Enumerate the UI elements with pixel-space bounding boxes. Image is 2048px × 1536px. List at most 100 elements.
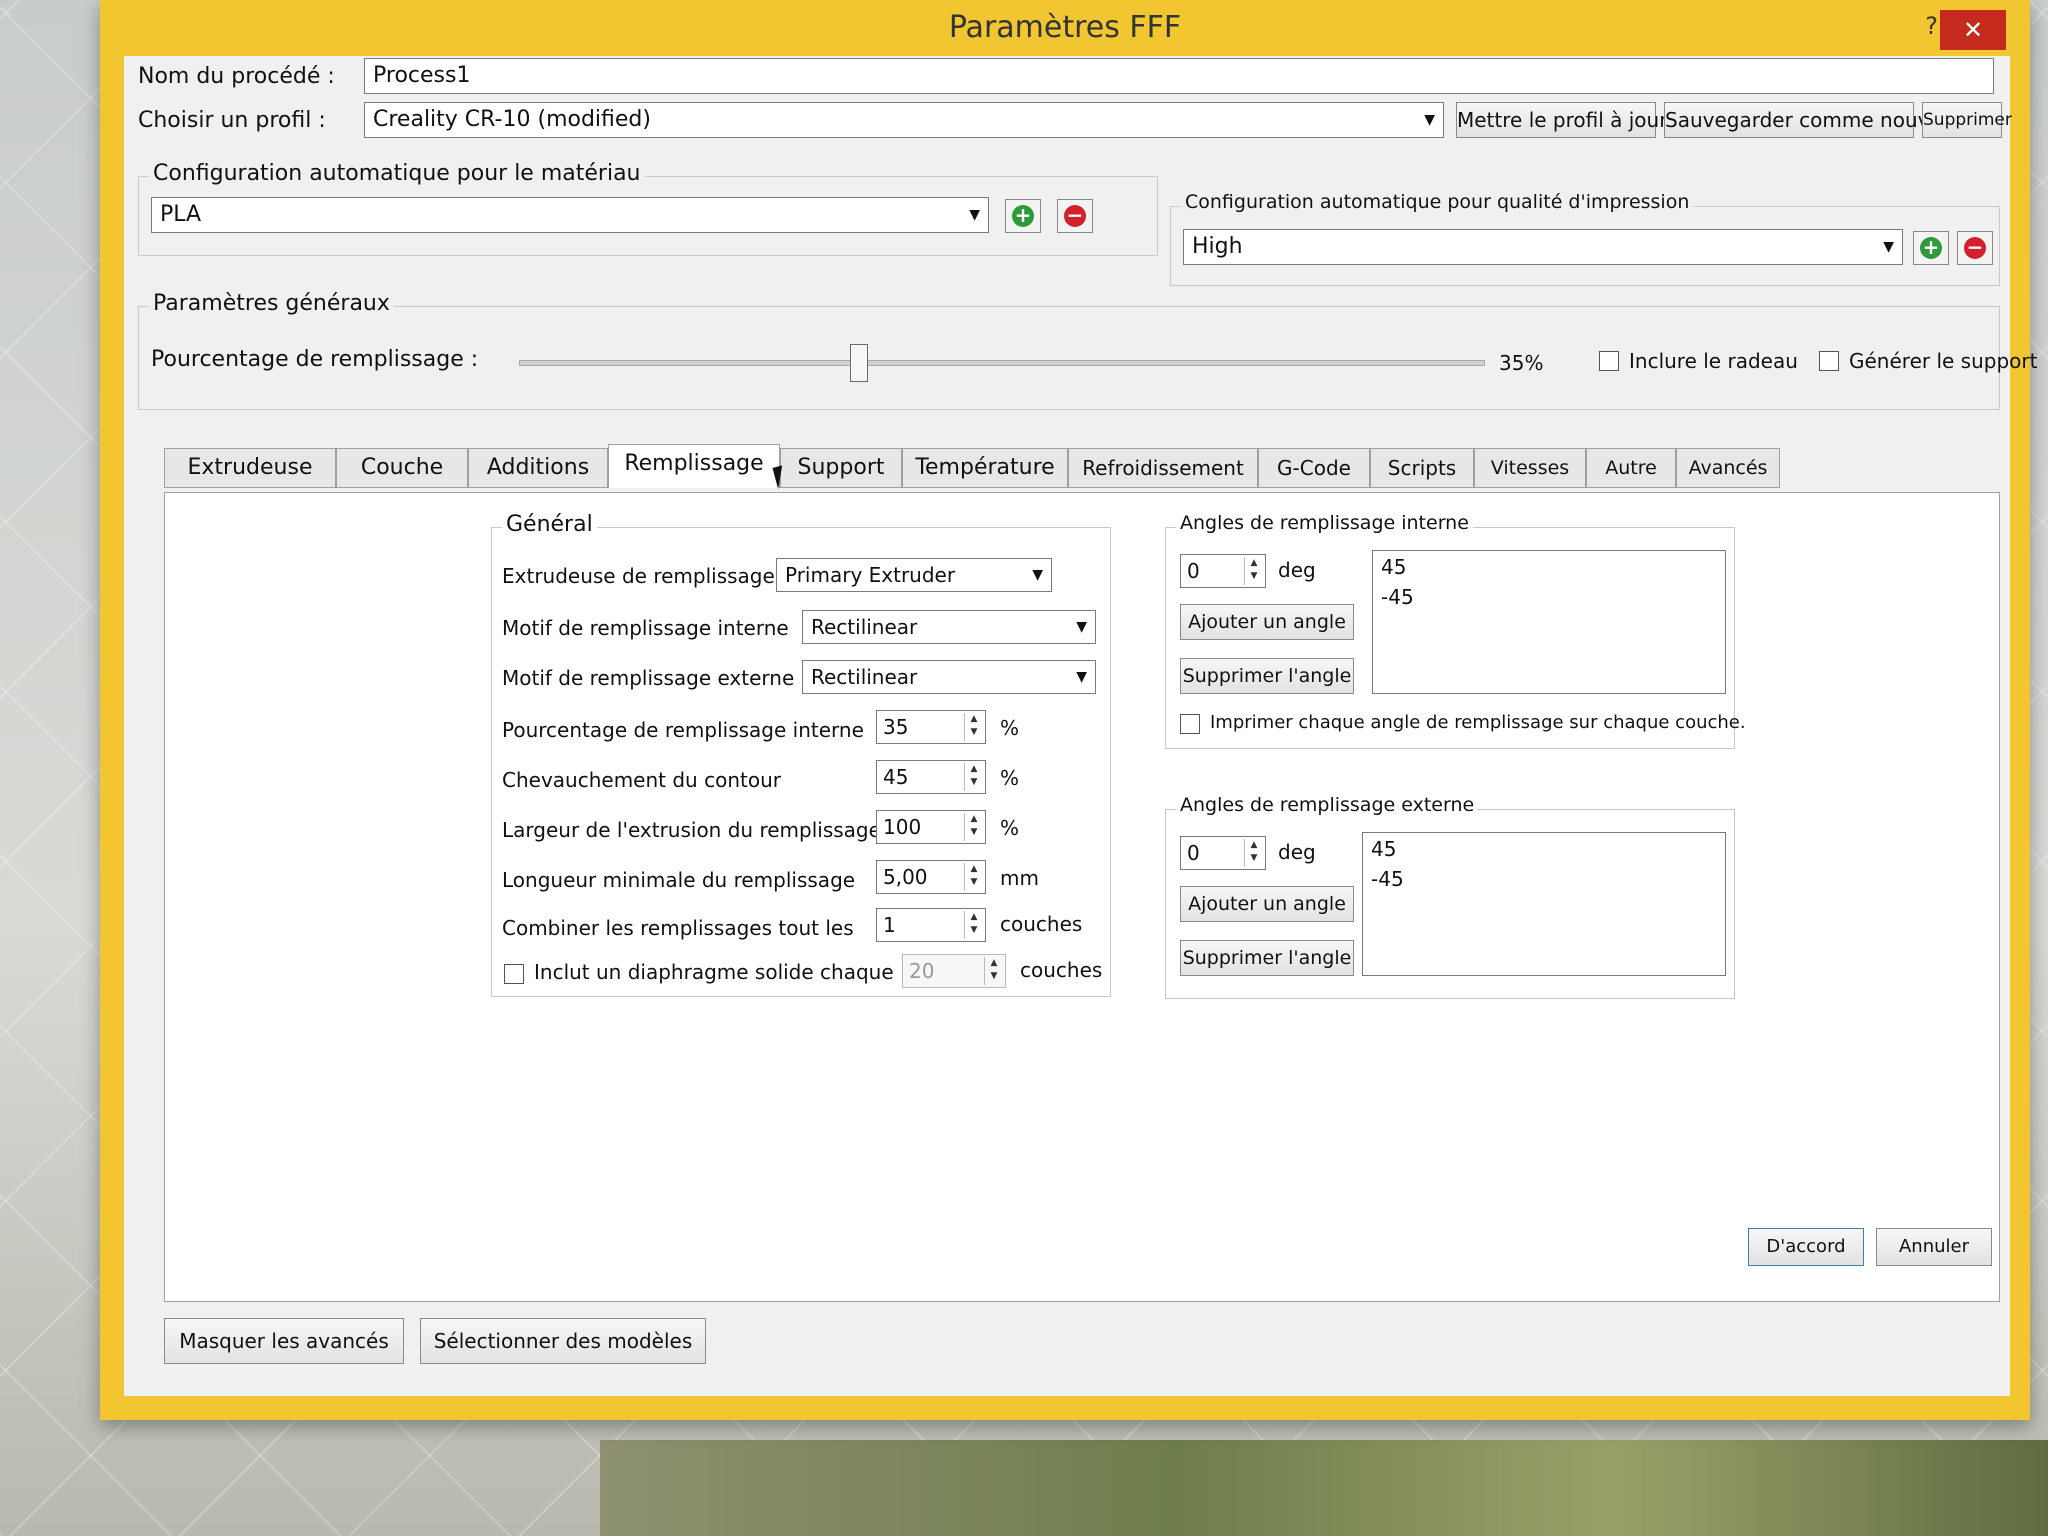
tab-extrudeuse[interactable]: Extrudeuse	[164, 448, 336, 488]
tab-remplissage[interactable]: Remplissage	[608, 444, 780, 488]
tab-gcode[interactable]: G-Code	[1258, 448, 1370, 488]
tab-avances[interactable]: Avancés	[1676, 448, 1780, 488]
tab-temperature[interactable]: Température	[902, 448, 1068, 488]
add-material-button[interactable]: +	[1005, 199, 1041, 233]
external-pattern-value: Rectilinear	[811, 665, 918, 689]
extrusion-width-spinbox[interactable]: 100 ▲ ▼	[876, 810, 986, 844]
fff-settings-dialog: Paramètres FFF ? ✕ Nom du procédé : Proc…	[100, 0, 2037, 1420]
material-select[interactable]: PLA ▼	[151, 197, 989, 233]
close-button[interactable]: ✕	[1940, 10, 2006, 50]
extrusion-width-value: 100	[883, 815, 922, 839]
combine-value: 1	[883, 913, 896, 937]
chevron-down-icon: ▼	[1883, 239, 1894, 255]
add-external-angle-button[interactable]: Ajouter un angle	[1180, 886, 1354, 922]
chevron-down-icon: ▼	[1076, 619, 1087, 635]
infill-percent-label: Pourcentage de remplissage :	[151, 347, 479, 372]
update-profile-button[interactable]: Mettre le profil à jour	[1456, 102, 1667, 138]
internal-angle-spinbox[interactable]: 0 ▲ ▼	[1180, 554, 1266, 588]
tab-additions[interactable]: Additions	[468, 448, 608, 488]
tab-support[interactable]: Support	[780, 448, 902, 488]
external-angles-list[interactable]: 45 -45	[1362, 832, 1726, 976]
min-length-label: Longueur minimale du remplissage	[502, 868, 856, 892]
tab-bar: Extrudeuse Couche Additions Remplissage …	[164, 444, 1864, 492]
add-internal-angle-button[interactable]: Ajouter un angle	[1180, 604, 1354, 640]
help-button[interactable]: ?	[1925, 12, 1938, 40]
external-angle-unit: deg	[1278, 840, 1316, 864]
combine-unit: couches	[1000, 912, 1083, 936]
cancel-button[interactable]: Annuler	[1876, 1228, 1992, 1266]
infill-slider[interactable]	[519, 341, 1485, 385]
min-length-unit: mm	[1000, 866, 1039, 890]
remove-quality-button[interactable]: −	[1957, 231, 1993, 265]
internal-pct-spinbox[interactable]: 35 ▲ ▼	[876, 710, 986, 744]
tab-autre[interactable]: Autre	[1586, 448, 1676, 488]
raft-checkbox[interactable]	[1599, 351, 1619, 371]
overlap-spinbox[interactable]: 45 ▲ ▼	[876, 760, 986, 794]
internal-pct-unit: %	[1000, 716, 1020, 740]
overlap-label: Chevauchement du contour	[502, 768, 781, 792]
combine-spinbox[interactable]: 1 ▲ ▼	[876, 908, 986, 942]
spin-arrows-icon[interactable]: ▲ ▼	[1244, 839, 1263, 867]
external-angle-spinbox[interactable]: 0 ▲ ▼	[1180, 836, 1266, 870]
infill-slider-thumb[interactable]	[850, 344, 869, 382]
desktop-wallpaper-strip	[600, 1440, 2048, 1536]
tab-couche[interactable]: Couche	[336, 448, 468, 488]
spin-arrows-icon[interactable]: ▲ ▼	[984, 957, 1003, 985]
remove-material-button[interactable]: −	[1057, 199, 1093, 233]
select-models-button[interactable]: Sélectionner des modèles	[420, 1318, 706, 1364]
spin-arrows-icon[interactable]: ▲ ▼	[964, 911, 983, 939]
spin-arrows-icon[interactable]: ▲ ▼	[964, 813, 983, 841]
min-length-spinbox[interactable]: 5,00 ▲ ▼	[876, 860, 986, 894]
diaphragm-spinbox[interactable]: 20 ▲ ▼	[902, 954, 1006, 988]
extrusion-width-label: Largeur de l'extrusion du remplissage	[502, 818, 881, 842]
material-group-title: Configuration automatique pour le matéri…	[149, 161, 645, 186]
infill-extruder-select[interactable]: Primary Extruder ▼	[776, 558, 1052, 592]
spin-arrows-icon[interactable]: ▲ ▼	[964, 863, 983, 891]
combine-label: Combiner les remplissages tout les	[502, 916, 854, 940]
profile-select[interactable]: Creality CR-10 (modified) ▼	[364, 102, 1444, 138]
diaphragm-checkbox[interactable]	[504, 964, 524, 984]
ok-button[interactable]: D'accord	[1748, 1228, 1864, 1266]
delete-profile-button[interactable]: Supprimer	[1922, 102, 2012, 138]
list-item[interactable]: -45	[1381, 585, 1717, 615]
infill-slider-track	[519, 360, 1485, 366]
print-each-angle-label: Imprimer chaque angle de remplissage sur…	[1210, 712, 1746, 733]
quality-group: Configuration automatique pour qualité d…	[1170, 191, 2000, 286]
external-angles-group: Angles de remplissage externe 0 ▲ ▼ deg A…	[1165, 794, 1735, 999]
raft-label: Inclure le radeau	[1629, 349, 1798, 373]
process-name-label: Nom du procédé :	[138, 64, 335, 89]
spin-arrows-icon[interactable]: ▲ ▼	[964, 713, 983, 741]
add-quality-button[interactable]: +	[1913, 231, 1949, 265]
remove-external-angle-button[interactable]: Supprimer l'angle	[1180, 940, 1354, 976]
tab-vitesses[interactable]: Vitesses	[1474, 448, 1586, 488]
hide-advanced-button[interactable]: Masquer les avancés	[164, 1318, 404, 1364]
external-angle-value: 0	[1187, 841, 1200, 865]
title-bar[interactable]: Paramètres FFF ? ✕	[100, 0, 2030, 56]
overlap-unit: %	[1000, 766, 1020, 790]
list-item[interactable]: -45	[1371, 867, 1717, 897]
tab-scripts[interactable]: Scripts	[1370, 448, 1474, 488]
spin-arrows-icon[interactable]: ▲ ▼	[964, 763, 983, 791]
extrusion-width-unit: %	[1000, 816, 1020, 840]
diaphragm-unit: couches	[1020, 958, 1103, 982]
quality-select[interactable]: High ▼	[1183, 229, 1903, 265]
internal-angles-group: Angles de remplissage interne 0 ▲ ▼ deg A…	[1165, 512, 1746, 749]
quality-select-value: High	[1192, 234, 1243, 259]
print-each-angle-checkbox[interactable]	[1180, 714, 1200, 734]
internal-pattern-label: Motif de remplissage interne	[502, 616, 789, 640]
remove-internal-angle-button[interactable]: Supprimer l'angle	[1180, 658, 1354, 694]
general-params-group: Paramètres généraux Pourcentage de rempl…	[138, 291, 2037, 410]
tab-refroidissement[interactable]: Refroidissement	[1068, 448, 1258, 488]
spin-arrows-icon[interactable]: ▲ ▼	[1244, 557, 1263, 585]
support-checkbox[interactable]	[1819, 351, 1839, 371]
internal-angles-list[interactable]: 45 -45	[1372, 550, 1726, 694]
list-item[interactable]: 45	[1371, 837, 1717, 867]
external-pattern-select[interactable]: Rectilinear ▼	[802, 660, 1096, 694]
chevron-down-icon: ▼	[969, 207, 980, 223]
chevron-down-icon: ▼	[1032, 567, 1043, 583]
internal-pattern-select[interactable]: Rectilinear ▼	[802, 610, 1096, 644]
process-name-input[interactable]: Process1	[364, 58, 1994, 94]
list-item[interactable]: 45	[1381, 555, 1717, 585]
external-angles-title: Angles de remplissage externe	[1176, 794, 1479, 816]
save-as-new-button[interactable]: Sauvegarder comme nouveau	[1664, 102, 1967, 138]
